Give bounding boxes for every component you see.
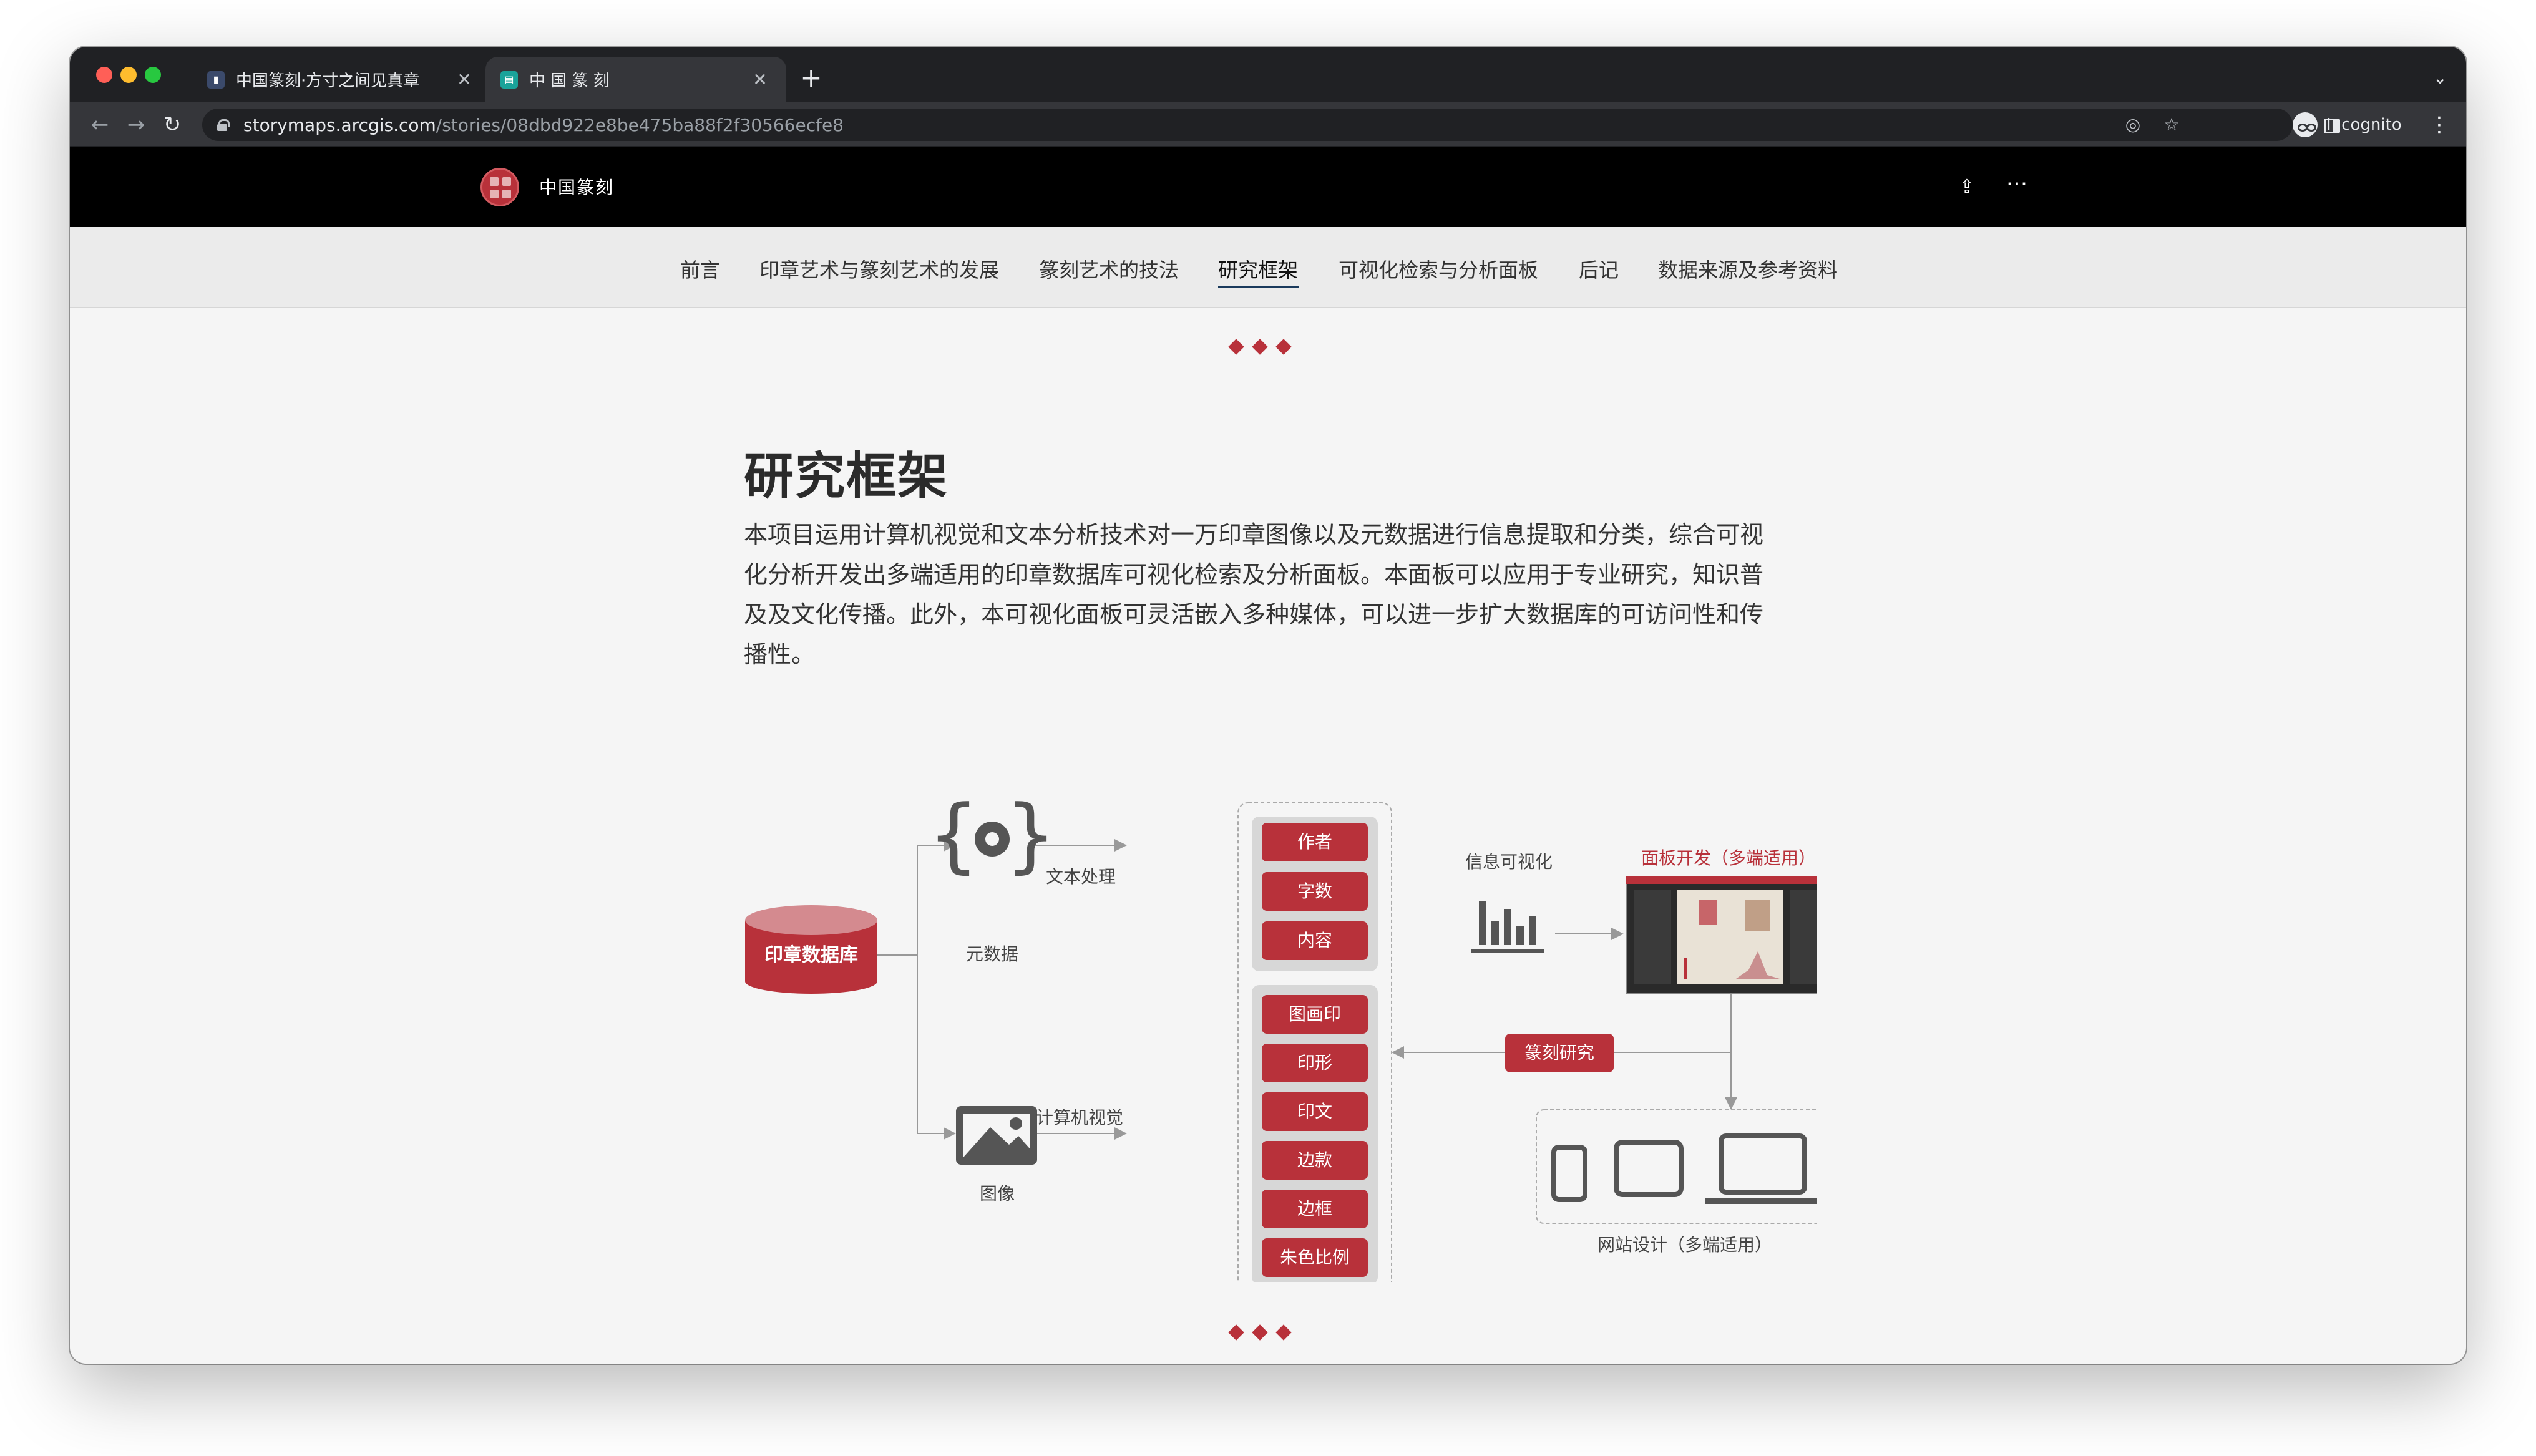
maximize-window-button[interactable] [145, 67, 161, 83]
section-divider [1228, 339, 1292, 360]
field-content: 内容 [1262, 921, 1368, 960]
devices-icon [1551, 1133, 1817, 1204]
seal-logo-icon[interactable] [480, 168, 519, 206]
dashboard-thumbnail [1626, 876, 1817, 994]
back-arrow-icon[interactable]: ← [86, 111, 114, 138]
section-heading: 研究框架 [744, 447, 949, 505]
metadata-label: 元数据 [966, 944, 1018, 964]
section-divider [1228, 1324, 1292, 1346]
minimize-window-button[interactable] [120, 67, 137, 83]
seal-research-badge: 篆刻研究 [1505, 1034, 1614, 1072]
svg-text:印文: 印文 [1297, 1101, 1332, 1122]
share-icon[interactable]: ⇪ [1952, 172, 1982, 202]
svg-text:印形: 印形 [1297, 1052, 1332, 1073]
svg-text:字数: 字数 [1297, 881, 1332, 901]
address-bar[interactable]: storymaps.arcgis.com/stories/08dbd922e8b… [202, 109, 2293, 141]
url-path: /stories/08dbd922e8be475ba88f2f30566ecfe… [436, 114, 844, 135]
incognito-icon [2293, 112, 2318, 137]
close-tab-icon[interactable]: ✕ [749, 69, 771, 90]
browser-tab-2[interactable]: ▤ 中 国 篆 刻 ✕ [485, 57, 786, 102]
browser-window: ▮ 中国篆刻·方寸之间见真章 ✕ ▤ 中 国 篆 刻 ✕ + ⌄ ← → ↻ s… [70, 47, 2466, 1364]
active-nav-underline [1218, 286, 1299, 288]
nav-item-sources[interactable]: 数据来源及参考资料 [1658, 255, 1838, 283]
nav-item-framework[interactable]: 研究框架 [1218, 255, 1298, 283]
svg-text:作者: 作者 [1297, 832, 1332, 852]
computer-vision-label: 计算机视觉 [1036, 1107, 1123, 1128]
info-vis-label: 信息可视化 [1465, 852, 1553, 872]
field-border: 边框 [1262, 1190, 1368, 1228]
story-header: 中国篆刻 ⇪ ··· [70, 147, 2466, 227]
tab-strip: ▮ 中国篆刻·方寸之间见真章 ✕ ▤ 中 国 篆 刻 ✕ + ⌄ [70, 47, 2466, 102]
svg-text:内容: 内容 [1297, 930, 1332, 951]
svg-text:篆刻研究: 篆刻研究 [1524, 1042, 1594, 1063]
database-label: 印章数据库 [764, 944, 858, 966]
nav-item-development[interactable]: 印章艺术与篆刻艺术的发展 [759, 255, 999, 283]
nav-item-preface[interactable]: 前言 [680, 255, 720, 283]
field-char-count: 字数 [1262, 872, 1368, 911]
new-tab-button[interactable]: + [794, 61, 829, 95]
storymaps-favicon-icon: ▤ [500, 70, 518, 89]
field-picture-seal: 图画印 [1262, 995, 1368, 1034]
close-tab-icon[interactable]: ✕ [453, 69, 476, 90]
bar-chart-icon [1471, 901, 1544, 953]
field-side-inscription: 边款 [1262, 1141, 1368, 1180]
browser-toolbar: ← → ↻ storymaps.arcgis.com/stories/08dbd… [70, 102, 2466, 147]
image-label: 图像 [980, 1183, 1015, 1204]
story-title: 中国篆刻 [539, 177, 615, 198]
bookmark-star-icon[interactable]: ☆ [2160, 114, 2183, 136]
web-design-label: 网站设计（多端适用） [1597, 1235, 1772, 1255]
svg-text:边框: 边框 [1297, 1198, 1332, 1219]
close-window-button[interactable] [96, 67, 112, 83]
dashboard-dev-label: 面板开发（多端适用） [1641, 848, 1816, 868]
chart-favicon-icon: ▮ [207, 70, 225, 89]
text-processing-label: 文本处理 [1046, 866, 1116, 887]
database-cylinder: 印章数据库 [745, 905, 877, 994]
field-red-ratio: 朱色比例 [1262, 1238, 1368, 1277]
svg-text:朱色比例: 朱色比例 [1280, 1247, 1350, 1268]
reload-icon[interactable]: ↻ [158, 111, 186, 138]
svg-text:图画印: 图画印 [1289, 1004, 1341, 1024]
browser-menu-icon[interactable]: ⋮ [2429, 111, 2450, 138]
nav-item-techniques[interactable]: 篆刻艺术的技法 [1039, 255, 1179, 283]
nav-item-epilogue[interactable]: 后记 [1579, 255, 1619, 283]
forward-arrow-icon[interactable]: → [122, 111, 150, 138]
field-seal-text: 印文 [1262, 1092, 1368, 1131]
image-picture-icon [956, 1106, 1037, 1165]
url-host: storymaps.arcgis.com [243, 114, 436, 135]
svg-text:边款: 边款 [1297, 1150, 1332, 1170]
field-author: 作者 [1262, 823, 1368, 861]
section-paragraph: 本项目运用计算机视觉和文本分析技术对一万印章图像以及元数据进行信息提取和分类，综… [744, 521, 1764, 668]
metadata-field-list: 作者 字数 内容 [1262, 823, 1368, 960]
tab-search-chevron-icon[interactable]: ⌄ [2433, 61, 2447, 95]
story-navigation: 前言 印章艺术与篆刻艺术的发展 篆刻艺术的技法 研究框架 可视化检索与分析面板 … [70, 227, 2466, 308]
incognito-label: Incognito [2326, 115, 2402, 134]
eye-slash-icon[interactable]: ◎ [2122, 114, 2144, 136]
tab-title: 中国篆刻·方寸之间见真章 [236, 72, 420, 90]
browser-tab-1[interactable]: ▮ 中国篆刻·方寸之间见真章 ✕ [192, 57, 490, 102]
nav-item-dashboard[interactable]: 可视化检索与分析面板 [1339, 255, 1538, 283]
metadata-gear-icon: { } [928, 787, 1057, 882]
lock-icon[interactable] [217, 119, 230, 131]
field-seal-shape: 印形 [1262, 1044, 1368, 1082]
tab-title: 中 国 篆 刻 [529, 72, 610, 90]
research-framework-diagram: 印章数据库 { } 元数据 文本处理 图像 计算机视觉 作者 字数 内容 图画印… [745, 787, 1817, 1282]
more-options-icon[interactable]: ··· [2002, 172, 2032, 197]
incognito-profile-button[interactable]: Incognito [2293, 109, 2414, 141]
